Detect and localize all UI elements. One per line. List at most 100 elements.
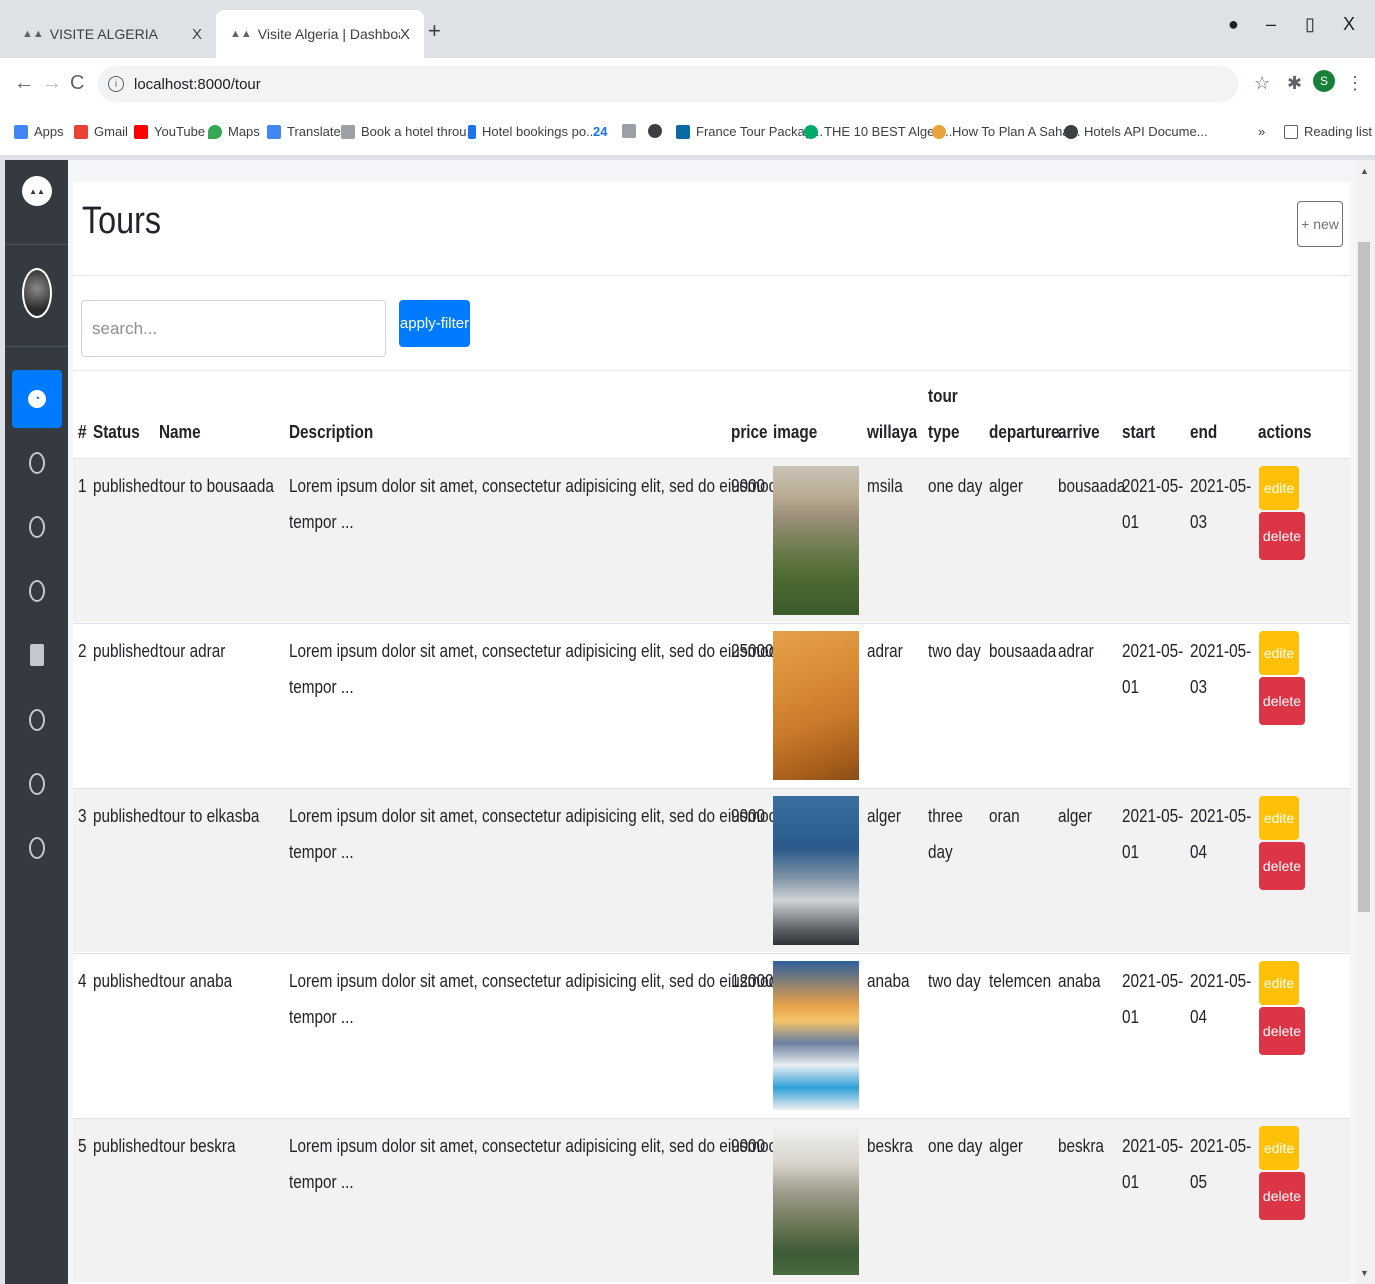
sidebar-item-circle-icon[interactable] — [29, 709, 45, 731]
tab-dashboard[interactable]: ▲▲ Visite Algeria | Dashboard X — [216, 10, 424, 58]
bookmark-gmail[interactable]: Gmail — [74, 124, 128, 139]
cell-num: 3 — [78, 806, 87, 826]
search-input[interactable] — [81, 300, 386, 357]
delete-button[interactable]: delete — [1259, 842, 1305, 890]
edit-button[interactable]: edite — [1259, 961, 1299, 1005]
bookmark-hotels-api[interactable]: Hotels API Docume... — [1064, 124, 1208, 139]
col-end[interactable]: end — [1190, 422, 1217, 443]
col-name[interactable]: Name — [159, 422, 201, 443]
bookmark-book-hotel[interactable]: Book a hotel throu... — [341, 124, 477, 139]
close-window-button[interactable]: X — [1343, 14, 1355, 35]
sidebar-item-copy-icon[interactable] — [30, 644, 44, 666]
scroll-up-icon[interactable]: ▲ — [1360, 166, 1369, 176]
media-control-icon[interactable]: ● — [1228, 14, 1239, 35]
cell-arrive: beskra — [1058, 1136, 1104, 1156]
bookmark-apps[interactable]: Apps — [14, 124, 64, 139]
col-arrive[interactable]: arrive — [1058, 422, 1100, 443]
col-description[interactable]: Description — [289, 422, 373, 443]
reload-icon[interactable]: C — [70, 72, 84, 95]
col-willaya[interactable]: willaya — [867, 422, 917, 443]
cell-start: 2021-05- — [1122, 806, 1184, 826]
extensions-icon[interactable]: ✱ — [1287, 73, 1302, 94]
tab-visite-algeria[interactable]: ▲▲ VISITE ALGERIA X — [8, 10, 216, 58]
forward-icon[interactable]: → — [42, 72, 62, 95]
col-start[interactable]: start — [1122, 422, 1155, 443]
tab-strip: ▲▲ VISITE ALGERIA X ▲▲ Visite Algeria | … — [0, 0, 1375, 58]
sidebar-item-circle-icon[interactable] — [29, 837, 45, 859]
cell-name: tour to elkasba — [159, 806, 260, 826]
sidebar-item-circle-icon[interactable] — [29, 452, 45, 474]
maximize-button[interactable]: ▯ — [1305, 14, 1315, 35]
cell-num: 1 — [78, 476, 87, 496]
col-image[interactable]: image — [773, 422, 817, 443]
delete-button[interactable]: delete — [1259, 1172, 1305, 1220]
col-status[interactable]: Status — [93, 422, 140, 443]
scrollbar-thumb[interactable] — [1358, 242, 1370, 912]
scrollbar[interactable]: ▲ ▼ — [1356, 160, 1375, 1284]
bookmark-france-tour[interactable]: France Tour Packag... — [676, 124, 823, 139]
cell-start-day: 01 — [1122, 1007, 1140, 1027]
cell-tour-type-line2: day — [928, 842, 953, 862]
menu-kebab-icon[interactable]: ⋮ — [1346, 73, 1364, 94]
bookmark-globe-icon[interactable] — [648, 124, 668, 138]
cell-departure: alger — [989, 476, 1024, 496]
back-icon[interactable]: ← — [14, 72, 34, 95]
divider — [73, 370, 1350, 371]
delete-button[interactable]: delete — [1259, 1007, 1305, 1055]
sidebar-item-circle-icon[interactable] — [29, 580, 45, 602]
col-price[interactable]: price — [731, 422, 768, 443]
new-tab-button[interactable]: + — [428, 18, 441, 44]
scroll-down-icon[interactable]: ▼ — [1360, 1268, 1369, 1278]
bookmark-youtube[interactable]: YouTube — [134, 124, 205, 139]
col-tour-type-line2[interactable]: type — [928, 422, 959, 443]
cell-tour-type: one day — [928, 476, 983, 496]
cell-tour-type: two day — [928, 641, 981, 661]
cell-num: 2 — [78, 641, 87, 661]
site-info-icon[interactable]: i — [108, 76, 124, 92]
delete-button[interactable]: delete — [1259, 512, 1305, 560]
cell-description: Lorem ipsum dolor sit amet, consectetur … — [289, 641, 778, 661]
hotel-icon — [341, 124, 355, 139]
cell-departure: bousaada — [989, 641, 1057, 661]
cell-price: 9000 — [731, 1136, 766, 1156]
tab-close-icon[interactable]: X — [400, 26, 410, 43]
bookmark-star-icon[interactable]: ☆ — [1254, 73, 1270, 94]
new-tour-button[interactable]: + new — [1297, 201, 1343, 247]
edit-button[interactable]: edite — [1259, 631, 1299, 675]
sidebar-item-circle-icon[interactable] — [29, 516, 45, 538]
profile-avatar[interactable]: S — [1313, 70, 1335, 92]
brand-logo[interactable]: ▲▲ — [22, 176, 52, 206]
apply-filter-button[interactable]: apply-filter — [399, 300, 470, 347]
minimize-button[interactable]: – — [1266, 14, 1276, 35]
bookmark-translate[interactable]: Translate — [267, 124, 341, 139]
delete-button[interactable]: delete — [1259, 677, 1305, 725]
cell-status: published — [93, 1136, 159, 1156]
tab-close-icon[interactable]: X — [192, 26, 202, 43]
bookmark-tripadvisor[interactable]: THE 10 BEST Algeri... — [804, 124, 952, 139]
address-bar[interactable]: i localhost:8000/tour — [98, 66, 1238, 102]
cell-description-more: tempor ... — [289, 1172, 354, 1192]
edit-button[interactable]: edite — [1259, 796, 1299, 840]
bookmark-24[interactable]: 24 — [593, 124, 607, 139]
bookmarks-overflow-button[interactable]: » — [1258, 124, 1265, 139]
cell-status: published — [93, 476, 159, 496]
cell-departure: oran — [989, 806, 1020, 826]
bookmark-doc-icon[interactable] — [622, 124, 642, 138]
user-avatar[interactable] — [22, 268, 52, 318]
bookmark-maps[interactable]: Maps — [208, 124, 260, 139]
bookmark-sahara[interactable]: How To Plan A Saha... — [932, 124, 1080, 139]
edit-button[interactable]: edite — [1259, 1126, 1299, 1170]
sidebar-item-circle-icon[interactable] — [29, 773, 45, 795]
cell-end-day: 04 — [1190, 1007, 1208, 1027]
reading-list-button[interactable]: Reading list — [1284, 124, 1372, 139]
tachometer-icon: ◔ — [28, 390, 46, 408]
cell-arrive: adrar — [1058, 641, 1094, 661]
sidebar-item-dashboard[interactable]: ◔ — [12, 370, 62, 428]
translate-icon — [267, 124, 281, 139]
cell-description-more: tempor ... — [289, 1007, 354, 1027]
url-text: localhost:8000/tour — [134, 75, 261, 93]
col-departure[interactable]: departure — [989, 422, 1060, 443]
edit-button[interactable]: edite — [1259, 466, 1299, 510]
col-tour-type-line1[interactable]: tour — [928, 386, 958, 407]
bookmark-hotel-bookings[interactable]: Hotel bookings po... — [468, 124, 597, 139]
